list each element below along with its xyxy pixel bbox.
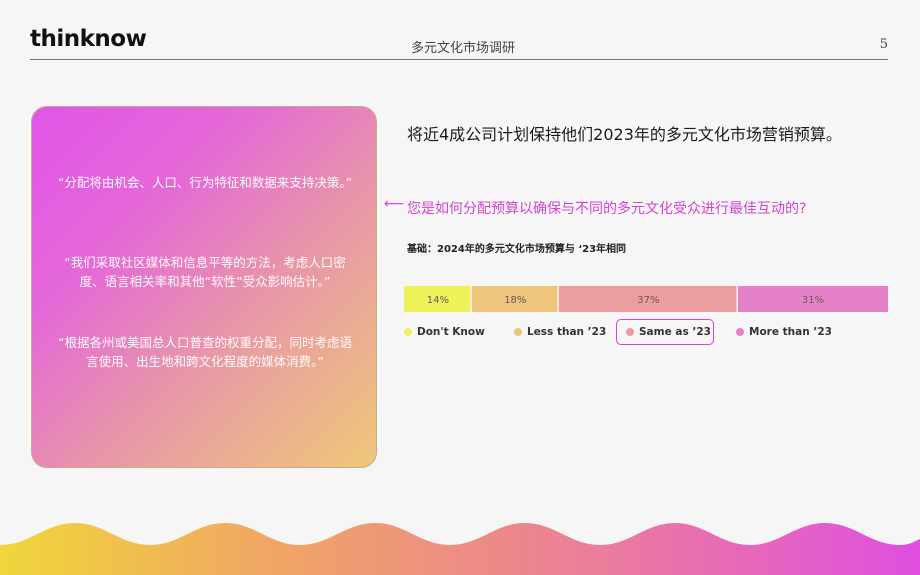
legend-dot-icon [404,328,412,336]
legend-item-4: More than ’23 [736,320,832,344]
legend-dot-icon [736,328,744,336]
quote-2: “我们采取社区媒体和信息平等的方法，考虑人口密度、语言相关率和其他“软性”受众影… [64,255,346,289]
legend-item-3: Same as ’23 [626,320,711,344]
bar-label-4: 31% [802,295,824,306]
survey-question: 您是如何分配预算以确保与不同的多元文化受众进行最佳互动的? [407,201,807,217]
legend-label: Same as ’23 [639,326,711,338]
legend-label: Less than ’23 [527,326,607,338]
decorative-wave [0,523,920,575]
chart-legend: Don't Know Less than ’23 Same as ’23 More t… [404,319,888,345]
page-title: 多元文化市场调研 [410,41,515,56]
arrow-left-icon: ⟵ [384,196,405,212]
stacked-bar-chart: 14% 18% 37% 31% [404,286,888,312]
legend-item-2: Less than ’23 [514,320,606,344]
chart-basis-note: 基础：2024年的多元文化市场预算与 ‘23年相同 [407,244,627,255]
quote-card: “分配将由机会、人口、行为特征和数据来支持决策。” “我们采取社区媒体和信息平等… [31,106,377,468]
quote-1: “分配将由机会、人口、行为特征和数据来支持决策。” [57,175,353,190]
quote-3: “根据各州或美国总人口普查的权重分配，同时考虑语言使用、出生地和跨文化程度的媒体… [58,335,352,369]
bar-label-1: 14% [427,295,449,306]
legend-label: More than ’23 [749,326,832,338]
bar-label-3: 37% [637,295,659,306]
legend-item-1: Don't Know [404,320,485,344]
header-divider [30,59,888,60]
headline: 将近4成公司计划保持他们2023年的多元文化市场营销预算。 [407,125,842,144]
page-number: 5 [879,37,888,52]
bar-label-2: 18% [504,295,526,306]
legend-dot-icon [626,328,634,336]
legend-dot-icon [514,328,522,336]
legend-label: Don't Know [417,326,485,338]
